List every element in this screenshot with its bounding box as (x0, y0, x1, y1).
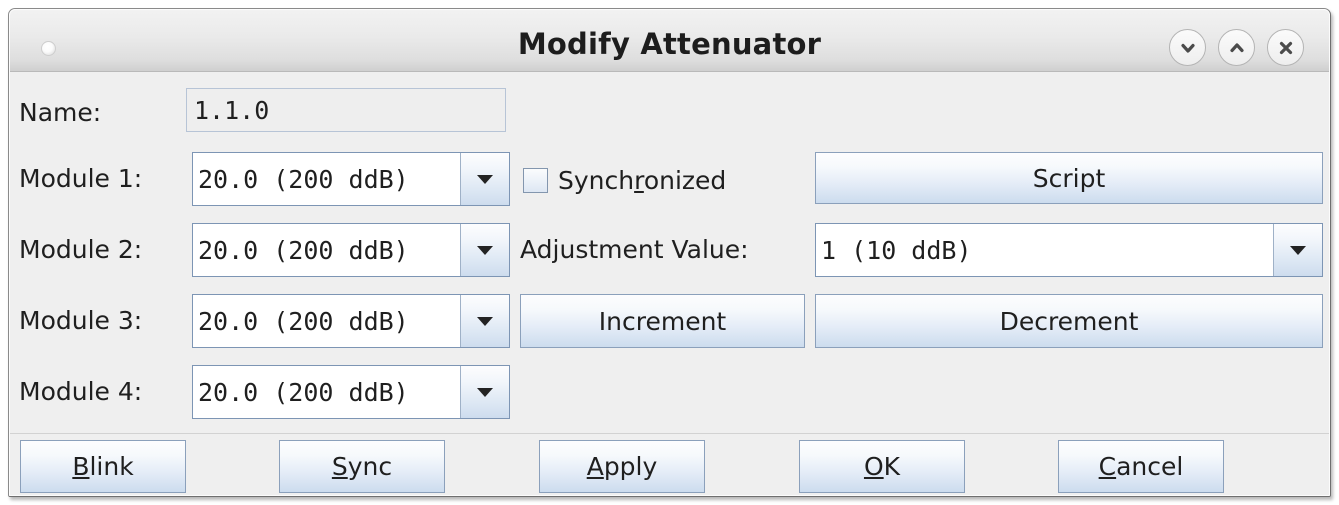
sync-button[interactable]: Sync (279, 440, 445, 493)
blink-button[interactable]: Blink (20, 440, 186, 493)
synchronized-label-pre: Synch (558, 166, 634, 195)
name-field[interactable]: 1.1.0 (186, 88, 506, 132)
chevron-down-icon[interactable] (460, 224, 509, 276)
name-label: Name: (19, 98, 101, 127)
module-3-label: Module 3: (19, 306, 142, 335)
synchronized-checkbox[interactable]: Synchronized (523, 166, 726, 195)
adjustment-value-combo[interactable]: 1 (10 ddB) (815, 223, 1323, 277)
decrement-button[interactable]: Decrement (815, 294, 1323, 348)
script-button[interactable]: Script (815, 152, 1323, 204)
increment-button[interactable]: Increment (520, 294, 805, 348)
chevron-down-icon[interactable] (460, 153, 509, 205)
window-title: Modify Attenuator (9, 27, 1330, 61)
synchronized-label-mnemonic: r (634, 166, 644, 195)
synchronized-label-post: onized (644, 166, 726, 195)
module-3-value: 20.0 (200 ddB) (193, 295, 460, 347)
cancel-button-mnemonic: C (1099, 452, 1116, 481)
chevron-up-icon (1227, 38, 1247, 58)
module-1-value: 20.0 (200 ddB) (193, 153, 460, 205)
blink-button-mnemonic: B (72, 452, 89, 481)
checkbox-box-icon (523, 168, 548, 193)
window-titlebar[interactable]: Modify Attenuator (9, 9, 1330, 72)
adjustment-value: 1 (10 ddB) (816, 224, 1273, 276)
dialog-button-bar: Blink Sync Apply OK Cancel (9, 433, 1330, 497)
chevron-down-icon[interactable] (460, 366, 509, 418)
window-controls (1169, 29, 1304, 66)
dialog-content: Name: 1.1.0 Module 1: 20.0 (200 ddB) Mod… (9, 72, 1330, 497)
synchronized-label: Synchronized (558, 166, 726, 195)
apply-button-rest: pply (604, 452, 657, 481)
modify-attenuator-dialog: Modify Attenuator (8, 8, 1331, 497)
ok-button-mnemonic: O (864, 452, 884, 481)
module-4-combo[interactable]: 20.0 (200 ddB) (192, 365, 510, 419)
module-4-label: Module 4: (19, 377, 142, 406)
close-button[interactable] (1267, 29, 1304, 66)
module-1-label: Module 1: (19, 164, 142, 193)
close-icon (1276, 38, 1296, 58)
sync-button-mnemonic: S (332, 452, 348, 481)
module-2-label: Module 2: (19, 235, 142, 264)
chevron-down-icon[interactable] (460, 295, 509, 347)
adjustment-value-label: Adjustment Value: (520, 235, 749, 264)
minimize-button[interactable] (1169, 29, 1206, 66)
module-1-combo[interactable]: 20.0 (200 ddB) (192, 152, 510, 206)
cancel-button[interactable]: Cancel (1058, 440, 1224, 493)
ok-button[interactable]: OK (799, 440, 965, 493)
blink-button-rest: link (89, 452, 133, 481)
module-4-value: 20.0 (200 ddB) (193, 366, 460, 418)
chevron-down-icon (1178, 38, 1198, 58)
maximize-button[interactable] (1218, 29, 1255, 66)
apply-button[interactable]: Apply (539, 440, 705, 493)
ok-button-rest: K (884, 452, 900, 481)
apply-button-mnemonic: A (587, 452, 604, 481)
module-3-combo[interactable]: 20.0 (200 ddB) (192, 294, 510, 348)
module-2-combo[interactable]: 20.0 (200 ddB) (192, 223, 510, 277)
module-2-value: 20.0 (200 ddB) (193, 224, 460, 276)
cancel-button-rest: ancel (1116, 452, 1183, 481)
sync-button-rest: ync (348, 452, 392, 481)
chevron-down-icon[interactable] (1273, 224, 1322, 276)
